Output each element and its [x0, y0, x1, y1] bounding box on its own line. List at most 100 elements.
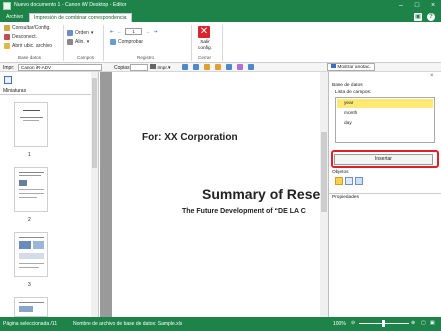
copies-label: Copias:	[114, 65, 131, 71]
objects-section-title: Objetos	[332, 170, 349, 175]
zoom-out-button[interactable]: ⊖	[351, 320, 355, 326]
page-number: 1	[28, 152, 31, 158]
field-item-day[interactable]: day	[337, 119, 433, 128]
printer-select[interactable]: Canon iR-ADV	[18, 64, 102, 71]
database-section-title: Base de datos	[332, 83, 363, 88]
first-record-icon[interactable]: ⇤	[110, 29, 114, 35]
field-item-month[interactable]: month	[337, 109, 433, 118]
divider	[0, 94, 98, 95]
chevron-down-icon: ▾	[86, 39, 90, 45]
app-icon	[3, 2, 11, 10]
ribbon: Consultar/Config. Desconect. Abrir ubic.…	[0, 22, 441, 63]
page-status: Página seleccionada /11	[3, 321, 58, 327]
ribbon-separator	[103, 25, 104, 61]
right-panel: × Base de datos Lista de campos: year mo…	[328, 72, 441, 317]
consultar-config-button[interactable]: Consultar/Config.	[4, 25, 51, 31]
thumbnails-tab-icon[interactable]	[4, 76, 12, 84]
edit-tools	[182, 64, 254, 70]
tab-archivo[interactable]: Archivo	[2, 13, 27, 22]
orden-button[interactable]: Orden ▾	[67, 30, 93, 36]
record-number-field[interactable]: 1	[125, 28, 143, 35]
page-number: 3	[28, 282, 31, 288]
zoom-slider[interactable]	[359, 320, 409, 327]
divider	[329, 193, 441, 194]
salir-config-button[interactable]: Salir config.	[195, 40, 215, 51]
alin-button[interactable]: Alin. ▾	[67, 39, 89, 45]
image-tool-icon[interactable]	[355, 177, 363, 185]
page-thumbnail[interactable]	[14, 297, 48, 317]
ribbon-tabs: Archivo Impresión de combinar correspond…	[0, 12, 441, 22]
zoom-level: 100%	[333, 321, 346, 327]
zoom-in-button[interactable]: ⊕	[411, 320, 415, 326]
last-record-icon[interactable]: ⇥	[153, 29, 157, 35]
chevron-down-icon: ▾	[90, 30, 94, 36]
page-thumbnail[interactable]	[14, 167, 48, 212]
thumbnail-pane: Miniaturas 1 2 3	[0, 72, 99, 317]
page-icon[interactable]	[193, 64, 199, 70]
group-label-campos: Campos	[77, 55, 95, 60]
close-window-button[interactable]: ×	[425, 0, 441, 11]
database-icon	[4, 25, 10, 31]
thumbnail-scrollbar[interactable]	[91, 72, 98, 317]
document-scrollbar[interactable]	[320, 72, 328, 317]
scroll-thumb[interactable]	[321, 132, 327, 212]
title-bar: Nuevo documento 1 - Canon iW Desktop - E…	[0, 0, 441, 12]
printer-label: Impr:	[3, 65, 15, 71]
maximize-button[interactable]: □	[409, 0, 425, 11]
field-list-label: Lista de campos:	[335, 90, 372, 95]
print-toolbar: Impr: Canon iR-ADV Copias: Impr.▾ Mostra…	[0, 63, 441, 72]
tab-impresion-combinar[interactable]: Impresión de combinar correspondencia	[29, 13, 132, 22]
database-file-status: Nombre de archivo de base de datos: Samp…	[73, 321, 183, 327]
close-panel-icon[interactable]: ×	[430, 73, 434, 79]
annotation-icon	[331, 64, 336, 68]
exit-config-icon[interactable]: ✕	[198, 26, 210, 38]
zoom-slider-thumb[interactable]	[382, 320, 385, 327]
text-tool-icon[interactable]	[345, 177, 353, 185]
markup-icon[interactable]	[237, 64, 243, 70]
mostrar-anotac-button[interactable]: Mostrar anotac.	[327, 63, 375, 71]
copies-field[interactable]	[130, 64, 148, 71]
comprobar-button[interactable]: Comprobar	[110, 39, 143, 45]
document-area: For: XX Corporation Summary of Rese The …	[100, 72, 328, 317]
ribbon-separator	[222, 25, 223, 61]
rotate-icon[interactable]	[182, 64, 188, 70]
link-icon[interactable]	[226, 64, 232, 70]
align-icon	[67, 39, 73, 45]
fit-width-icon[interactable]: ▣	[430, 320, 435, 326]
next-record-icon[interactable]: →	[145, 29, 150, 35]
redo-icon[interactable]	[215, 64, 221, 70]
desconectar-button[interactable]: Desconect.	[4, 34, 37, 40]
ribbon-separator	[191, 25, 192, 61]
field-list: year month day	[335, 97, 435, 143]
minimize-button[interactable]: –	[393, 0, 409, 11]
folder-icon	[4, 43, 10, 49]
object-tools	[335, 177, 363, 185]
previous-record-icon[interactable]: ←	[117, 29, 122, 35]
ribbon-separator	[63, 25, 64, 61]
window-title: Nuevo documento 1 - Canon iW Desktop - E…	[14, 2, 127, 8]
printer-icon	[150, 64, 156, 69]
undo-icon[interactable]	[204, 64, 210, 70]
pointer-tool-icon[interactable]	[335, 177, 343, 185]
disconnect-icon	[4, 34, 10, 40]
fit-page-icon[interactable]: ▢	[421, 320, 426, 326]
abrir-ubicacion-button[interactable]: Abrir ubic. archivo	[4, 43, 52, 49]
document-heading: Summary of Rese	[202, 186, 321, 202]
record-navigator: ⇤ ← 1 → ⇥	[110, 28, 157, 35]
settings-icon[interactable]: ▣	[414, 13, 422, 21]
status-bar: Página seleccionada /11 Nombre de archiv…	[0, 317, 441, 331]
group-label-base-datos: Base datos	[18, 55, 41, 60]
document-recipient: For: XX Corporation	[142, 132, 238, 143]
field-item-year[interactable]: year	[337, 99, 433, 108]
page-thumbnail[interactable]	[14, 232, 48, 277]
scroll-thumb[interactable]	[92, 78, 97, 168]
highlight-frame	[331, 150, 439, 168]
order-icon	[67, 30, 73, 36]
check-icon	[110, 39, 116, 45]
annotation-tool-icon[interactable]	[248, 64, 254, 70]
page-thumbnail[interactable]	[14, 102, 48, 147]
properties-section-title: Propiedades	[332, 195, 359, 200]
print-button[interactable]: Impr.▾	[150, 64, 170, 71]
help-icon[interactable]: ?	[427, 13, 435, 21]
group-label-cerrar: Cerrar	[198, 55, 212, 60]
